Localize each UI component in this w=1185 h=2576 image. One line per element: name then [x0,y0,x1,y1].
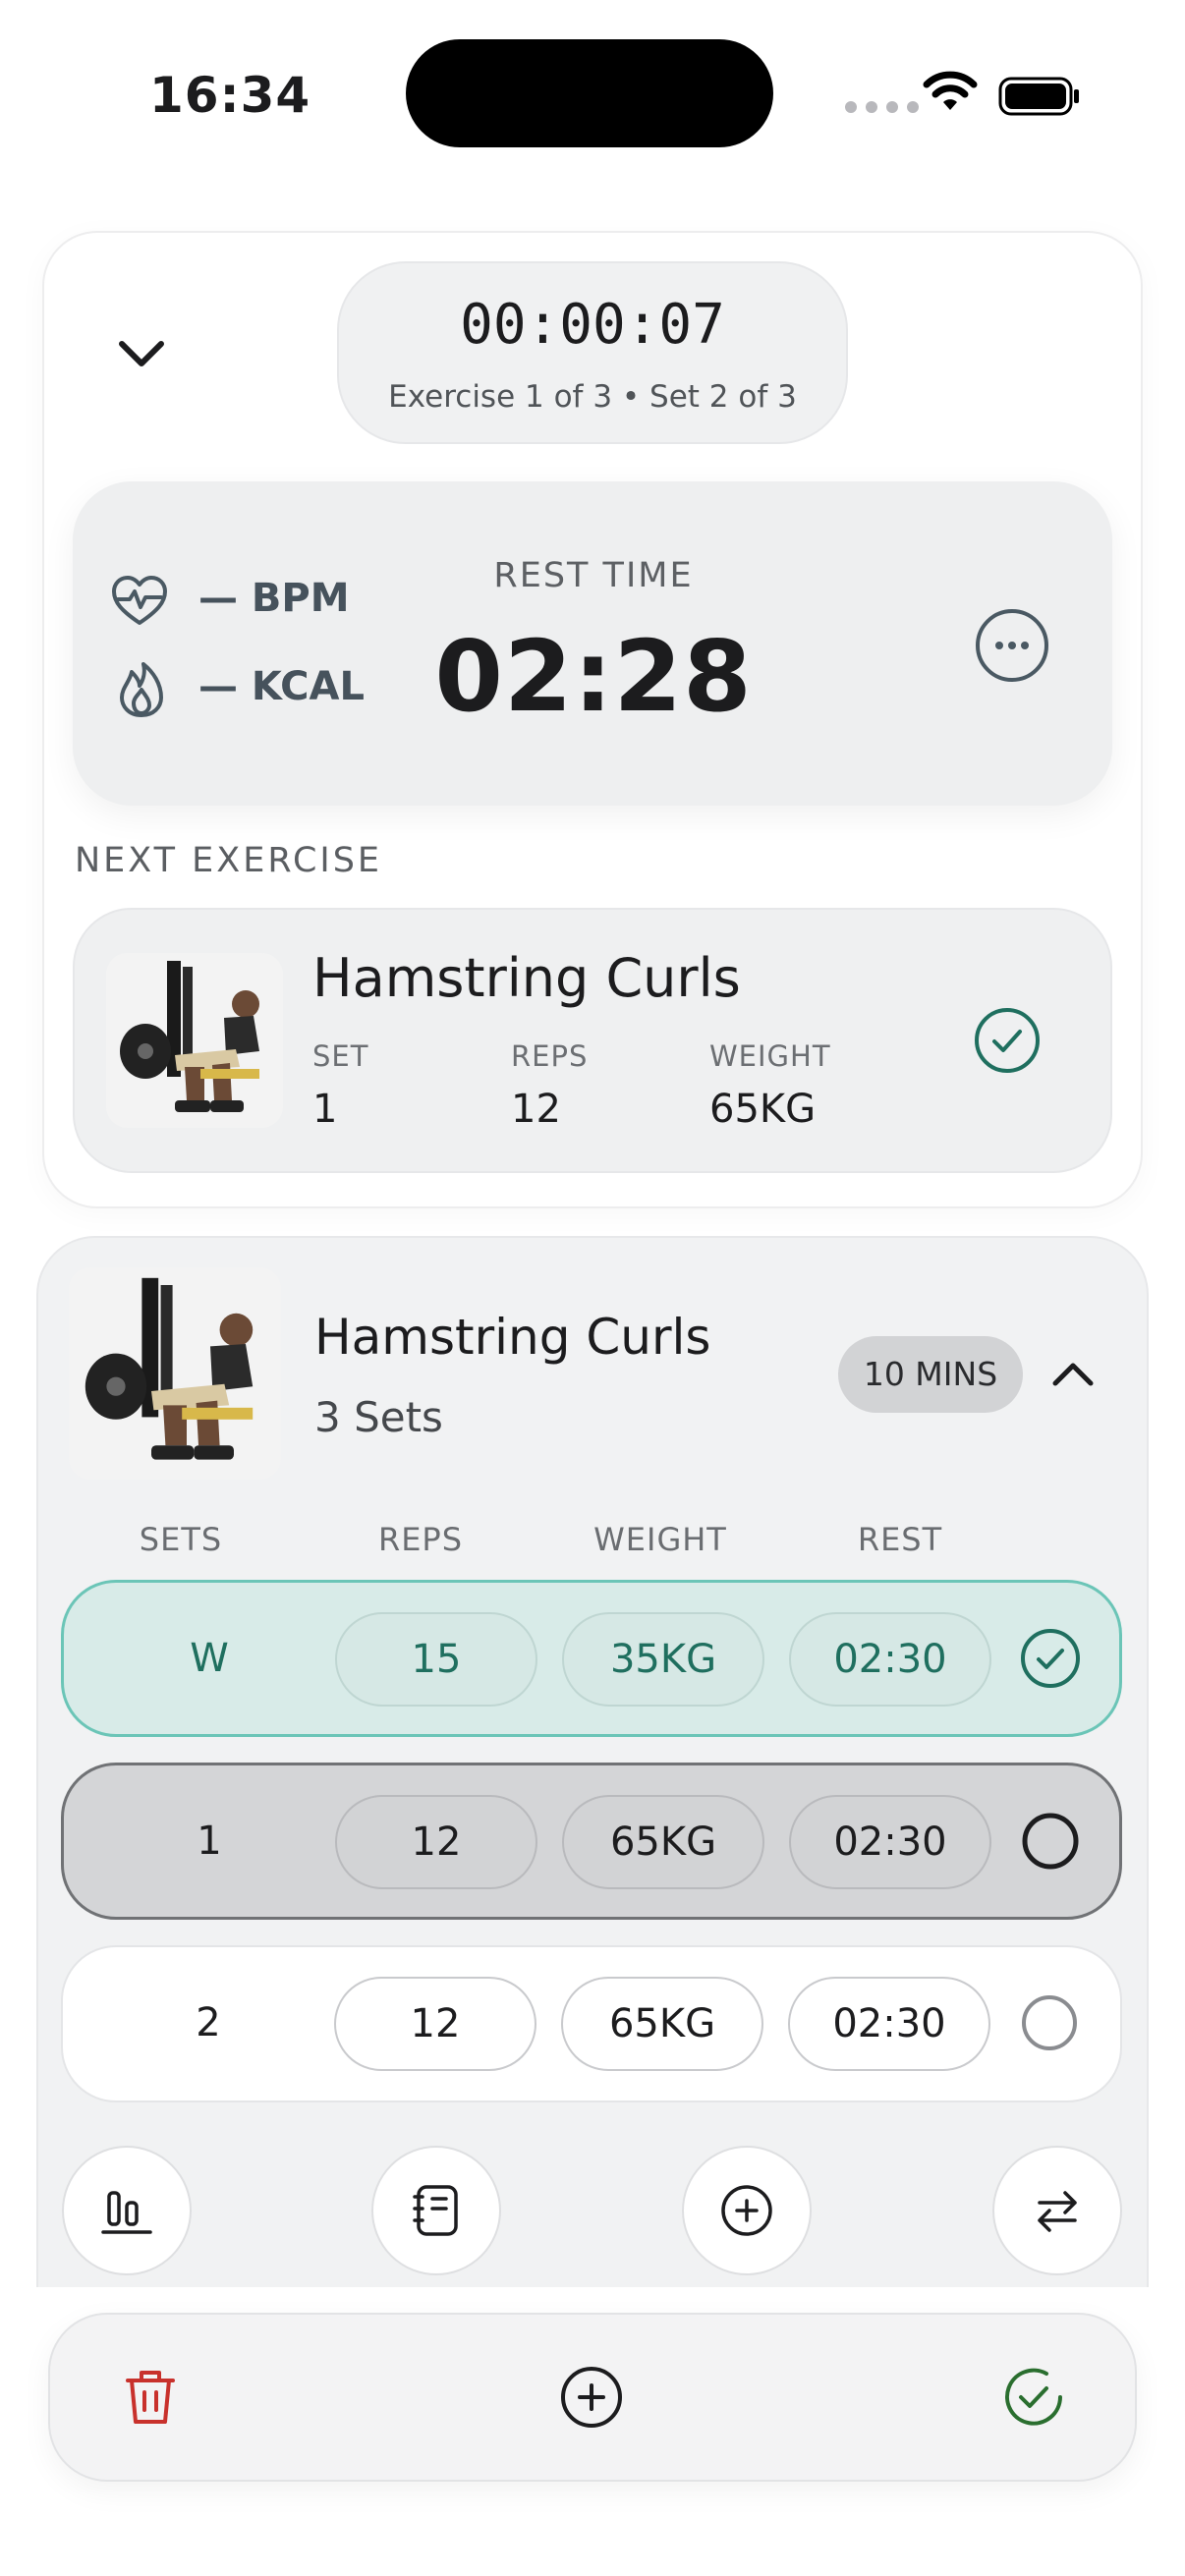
next-reps-value: 12 [511,1087,561,1132]
weight-column-header: WEIGHT [593,1521,727,1558]
circle-icon[interactable] [1018,1991,1081,2054]
check-circle-icon[interactable] [1019,1627,1082,1690]
next-exercise-label: NEXT EXERCISE [75,841,383,880]
weight-input[interactable]: 65KG [562,1795,764,1889]
dynamic-island [406,39,773,147]
set-row-warmup[interactable]: W 15 35KG 02:30 [61,1580,1122,1737]
exercise-sets-summary: 3 Sets [314,1393,443,1441]
trash-icon[interactable] [116,2363,185,2432]
status-time: 16:34 [149,67,311,124]
rest-input[interactable]: 02:30 [788,1977,990,2071]
heart-rate-icon [112,576,167,625]
exercise-image [106,953,283,1128]
flame-icon [120,662,163,717]
rest-column-header: REST [857,1521,943,1558]
add-exercise-icon[interactable] [557,2363,626,2432]
plus-circle-icon [721,2185,772,2236]
reps-input[interactable]: 15 [335,1612,537,1707]
exercise-title: Hamstring Curls [314,1309,711,1366]
next-exercise-title: Hamstring Curls [312,947,741,1009]
rest-input[interactable]: 02:30 [789,1612,991,1707]
weight-input[interactable]: 35KG [562,1612,764,1707]
set-row-2[interactable]: 2 12 65KG 02:30 [61,1945,1122,2102]
next-set-label: SET [312,1039,369,1073]
check-circle-icon[interactable] [973,1006,1042,1075]
set-number: 1 [197,1819,222,1864]
stats-button[interactable] [62,2146,192,2275]
next-weight-label: WEIGHT [709,1039,831,1073]
rest-time-label: REST TIME [493,556,694,595]
set-number: W [190,1636,229,1681]
workout-progress-text: Exercise 1 of 3 • Set 2 of 3 [388,379,797,415]
reps-input[interactable]: 12 [334,1977,536,2071]
duration-badge: 10 MINS [838,1336,1023,1413]
circle-icon[interactable] [1019,1810,1082,1873]
set-row-1[interactable]: 1 12 65KG 02:30 [61,1763,1122,1920]
finish-workout-icon[interactable] [999,2363,1068,2432]
cellular-signal-icon [845,101,919,113]
sets-column-header: SETS [139,1521,223,1558]
bar-chart-icon [101,2191,152,2234]
exercise-image [69,1267,281,1480]
swap-exercise-button[interactable] [992,2146,1122,2275]
chevron-up-icon[interactable] [1047,1354,1099,1393]
next-set-value: 1 [312,1087,338,1132]
chevron-down-icon[interactable] [114,334,169,373]
set-number: 2 [196,2000,221,2045]
weight-input[interactable]: 65KG [561,1977,763,2071]
reps-column-header: REPS [377,1521,464,1558]
workout-timer-pill: 00:00:07 Exercise 1 of 3 • Set 2 of 3 [337,261,848,444]
notes-button[interactable] [371,2146,501,2275]
reps-input[interactable]: 12 [335,1795,537,1889]
swap-arrows-icon [1038,2191,1077,2232]
wifi-icon [923,71,978,110]
add-set-button[interactable] [682,2146,812,2275]
kcal-value: — KCAL [198,664,365,709]
more-options-button[interactable] [973,606,1051,685]
elapsed-timer: 00:00:07 [460,293,725,357]
battery-icon [998,77,1079,116]
bpm-value: — BPM [198,576,350,621]
notebook-icon [413,2185,458,2236]
next-reps-label: REPS [511,1039,589,1073]
next-weight-value: 65KG [709,1087,817,1132]
rest-input[interactable]: 02:30 [789,1795,991,1889]
rest-time-value: 02:28 [434,619,753,734]
